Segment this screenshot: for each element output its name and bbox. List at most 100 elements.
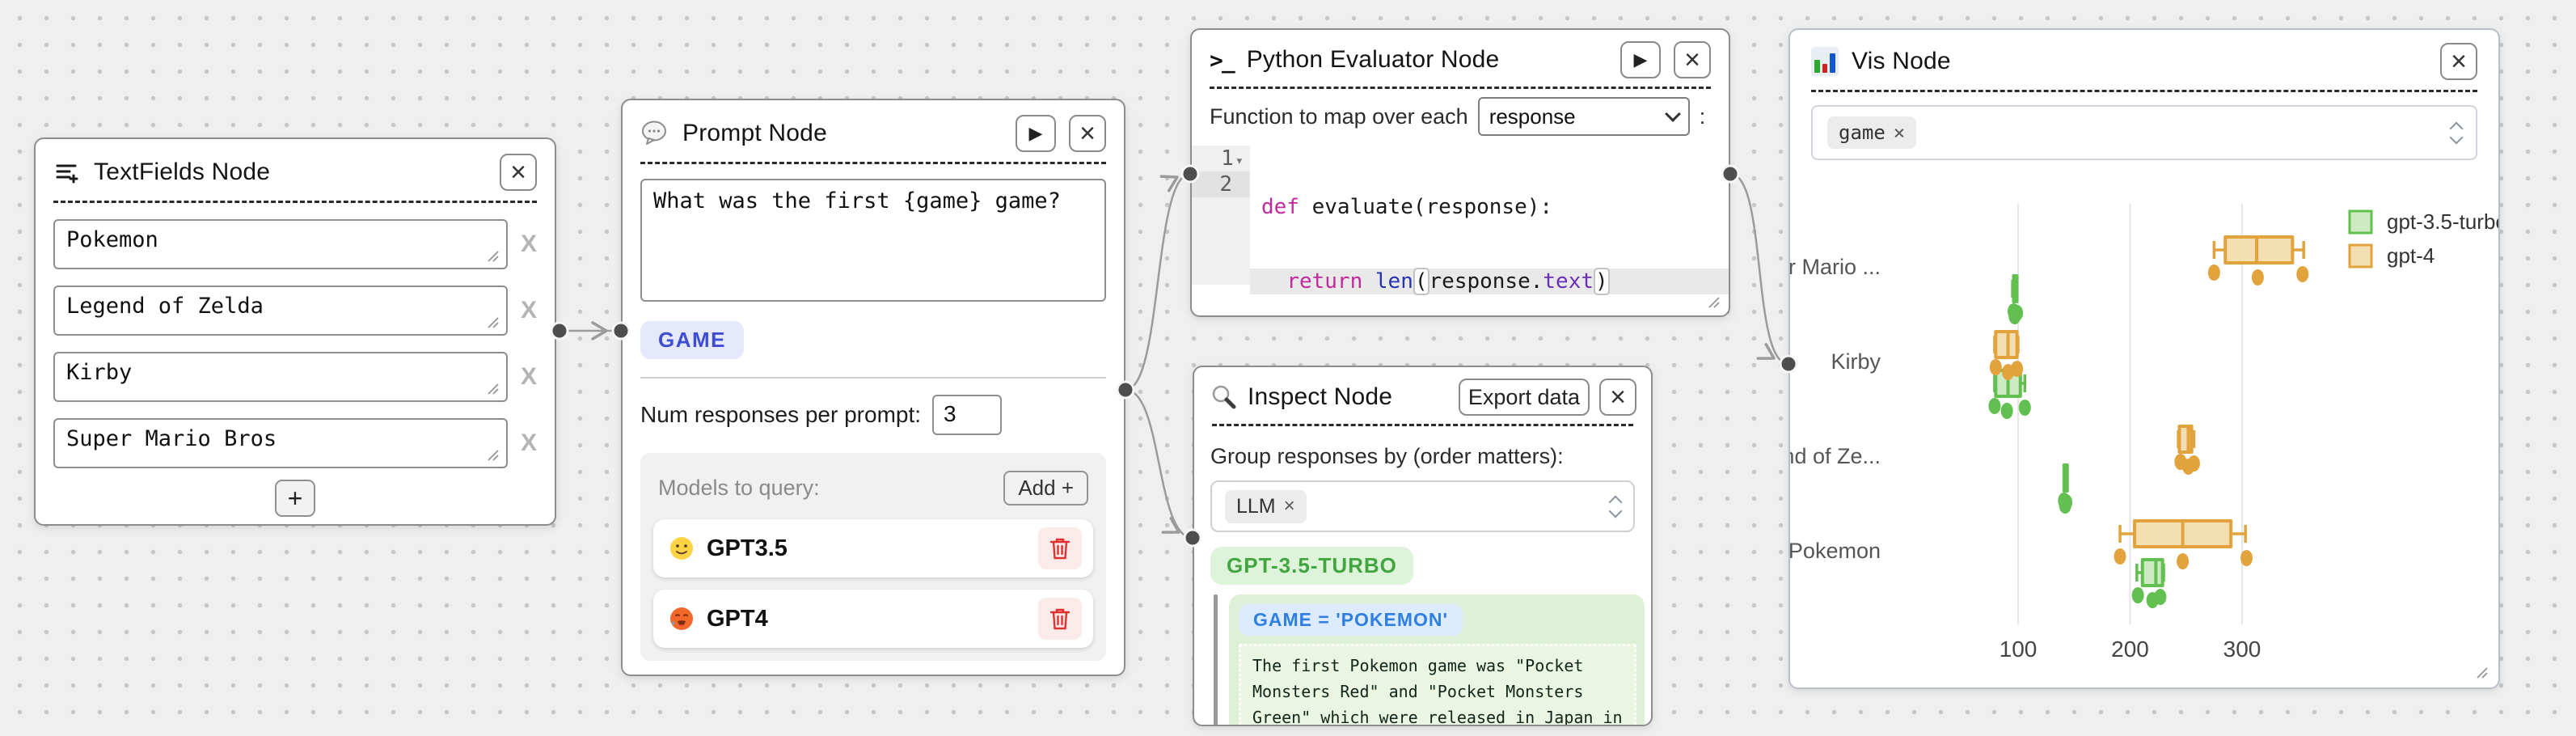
run-button[interactable]: ▶ bbox=[1620, 41, 1661, 78]
group-tag-label: LLM bbox=[1236, 495, 1276, 518]
svg-text:Super Mario ...: Super Mario ... bbox=[1790, 255, 1881, 279]
code-token: len bbox=[1375, 269, 1413, 294]
close-icon[interactable]: × bbox=[1674, 41, 1711, 78]
model-name: GPT4 bbox=[707, 606, 1027, 632]
edge-prompt-to-inspect[interactable] bbox=[1125, 390, 1193, 538]
delete-model-button[interactable] bbox=[1038, 527, 1082, 569]
response-line: The first Pokemon game was "Pocket bbox=[1252, 653, 1623, 679]
map-scope-value: response bbox=[1489, 104, 1576, 129]
line-number: 2 bbox=[1219, 172, 1232, 197]
slightly-smiling-face-icon bbox=[668, 535, 695, 562]
edge-prompt-to-evaluator[interactable] bbox=[1125, 174, 1190, 390]
num-responses-input[interactable]: 3 bbox=[932, 395, 1002, 435]
text-field-input[interactable]: Super Mario Bros bbox=[53, 418, 508, 468]
boxplot-chart[interactable]: 100200300Super Mario ...KirbyLegend of Z… bbox=[1790, 30, 2498, 687]
trash-icon bbox=[1049, 536, 1071, 560]
code-line[interactable]: return len(response.text) bbox=[1250, 269, 1729, 294]
model-item[interactable]: GPT4 bbox=[653, 590, 1093, 648]
divider bbox=[640, 377, 1106, 379]
svg-text:gpt-3.5-turbo: gpt-3.5-turbo bbox=[2387, 209, 2498, 234]
resize-handle-icon[interactable] bbox=[1704, 293, 1721, 309]
svg-text:gpt-4: gpt-4 bbox=[2387, 243, 2435, 268]
num-responses-label: Num responses per prompt: bbox=[640, 402, 921, 428]
resize-handle-icon[interactable] bbox=[484, 313, 500, 329]
hot-face-icon bbox=[668, 605, 695, 632]
close-icon[interactable]: × bbox=[500, 154, 537, 191]
remove-field-button[interactable]: X bbox=[521, 297, 537, 324]
svg-text:200: 200 bbox=[2111, 637, 2149, 662]
speech-bubble-icon bbox=[640, 120, 669, 147]
chevron-down-icon bbox=[1665, 106, 1681, 122]
node-title: TextFields Node bbox=[94, 159, 270, 186]
map-suffix: : bbox=[1700, 104, 1706, 129]
remove-field-button[interactable]: X bbox=[521, 363, 537, 391]
models-panel: Models to query: Add + GPT3.5 bbox=[640, 453, 1106, 661]
llm-response-text[interactable]: The first Pokemon game was "Pocket Monst… bbox=[1239, 644, 1636, 726]
svg-text:Kirby: Kirby bbox=[1831, 349, 1881, 374]
map-function-label: Function to map over each bbox=[1210, 104, 1468, 129]
text-field-row: Kirby X bbox=[53, 352, 537, 402]
text-field-row: Super Mario Bros X bbox=[53, 418, 537, 468]
resize-handle-icon[interactable] bbox=[484, 379, 500, 395]
terminal-icon: >_ bbox=[1210, 47, 1234, 74]
edge-arrow-icon bbox=[1163, 518, 1183, 539]
python-evaluator-node[interactable]: >_ Python Evaluator Node ▶ × Function to… bbox=[1190, 28, 1730, 317]
header-divider bbox=[1212, 424, 1633, 426]
close-icon[interactable]: × bbox=[1069, 115, 1106, 152]
svg-text:Legend of Ze...: Legend of Ze... bbox=[1790, 444, 1881, 468]
svg-text:Pokemon: Pokemon bbox=[1790, 539, 1881, 563]
trash-icon bbox=[1049, 607, 1071, 631]
code-line[interactable]: def evaluate(response): bbox=[1250, 194, 1729, 220]
vis-node[interactable]: Vis Node × game × 100200300Super Mario .… bbox=[1788, 28, 2500, 689]
response-line: Green" which were released in Japan in bbox=[1252, 704, 1623, 726]
resize-handle-icon[interactable] bbox=[484, 446, 500, 462]
metavar-badge: GAME = 'POKEMON' bbox=[1239, 604, 1463, 636]
text-field-input[interactable]: Pokemon bbox=[53, 219, 508, 269]
prompt-text-input[interactable]: What was the first {game} game? bbox=[640, 179, 1106, 302]
text-field-input[interactable]: Legend of Zelda bbox=[53, 286, 508, 336]
add-field-button[interactable]: + bbox=[275, 480, 315, 517]
group-by-multiselect[interactable]: LLM × bbox=[1210, 480, 1635, 532]
header-divider bbox=[53, 201, 537, 203]
remove-tag-icon[interactable]: × bbox=[1284, 495, 1295, 518]
node-title: Inspect Node bbox=[1248, 383, 1392, 411]
text-field-row: Legend of Zelda X bbox=[53, 286, 537, 336]
resize-handle-icon[interactable] bbox=[484, 247, 500, 263]
header-divider bbox=[640, 162, 1106, 164]
remove-field-button[interactable]: X bbox=[521, 429, 537, 457]
code-token: return bbox=[1286, 269, 1362, 294]
code-token: def bbox=[1261, 195, 1299, 219]
node-title: Prompt Node bbox=[682, 120, 827, 147]
edge-arrow-icon bbox=[593, 323, 606, 339]
run-button[interactable]: ▶ bbox=[1016, 115, 1056, 152]
resize-handle-icon[interactable] bbox=[2473, 663, 2489, 679]
text-field-input[interactable]: Kirby bbox=[53, 352, 508, 402]
textfields-node[interactable]: TextFields Node × Pokemon X Legend of Ze… bbox=[34, 137, 556, 526]
node-title: Python Evaluator Node bbox=[1247, 46, 1500, 74]
code-token: response. bbox=[1429, 269, 1543, 294]
llm-group-badge: GPT-3.5-TURBO bbox=[1210, 547, 1413, 585]
map-scope-select[interactable]: response bbox=[1478, 97, 1690, 136]
prompt-node[interactable]: Prompt Node ▶ × What was the first {game… bbox=[621, 99, 1125, 676]
text-field-row: Pokemon X bbox=[53, 219, 537, 269]
model-name: GPT3.5 bbox=[707, 535, 1027, 562]
edge-evaluator-to-vis[interactable] bbox=[1730, 174, 1788, 364]
group-by-label: Group responses by (order matters): bbox=[1210, 444, 1635, 469]
code-editor[interactable]: 1▾ 2 def evaluate(response): return len(… bbox=[1192, 146, 1729, 285]
textfields-icon bbox=[53, 159, 81, 186]
add-model-button[interactable]: Add + bbox=[1003, 471, 1088, 505]
inspect-node[interactable]: Inspect Node Export data × Group respons… bbox=[1193, 366, 1653, 726]
group-tag[interactable]: LLM × bbox=[1225, 490, 1307, 523]
magnifier-icon bbox=[1210, 383, 1238, 411]
delete-model-button[interactable] bbox=[1038, 598, 1082, 640]
remove-field-button[interactable]: X bbox=[521, 231, 537, 258]
model-item[interactable]: GPT3.5 bbox=[653, 519, 1093, 577]
fold-icon[interactable]: ▾ bbox=[1235, 153, 1244, 169]
code-gutter: 1▾ 2 bbox=[1192, 146, 1250, 285]
line-number: 1 bbox=[1221, 146, 1234, 171]
svg-text:300: 300 bbox=[2223, 637, 2261, 662]
close-icon[interactable]: × bbox=[1599, 379, 1636, 416]
export-data-button[interactable]: Export data bbox=[1459, 379, 1590, 416]
node-editor-canvas[interactable]: { "canvas": { "background": "#efefef", "… bbox=[0, 0, 2576, 736]
models-label: Models to query: bbox=[658, 476, 820, 501]
